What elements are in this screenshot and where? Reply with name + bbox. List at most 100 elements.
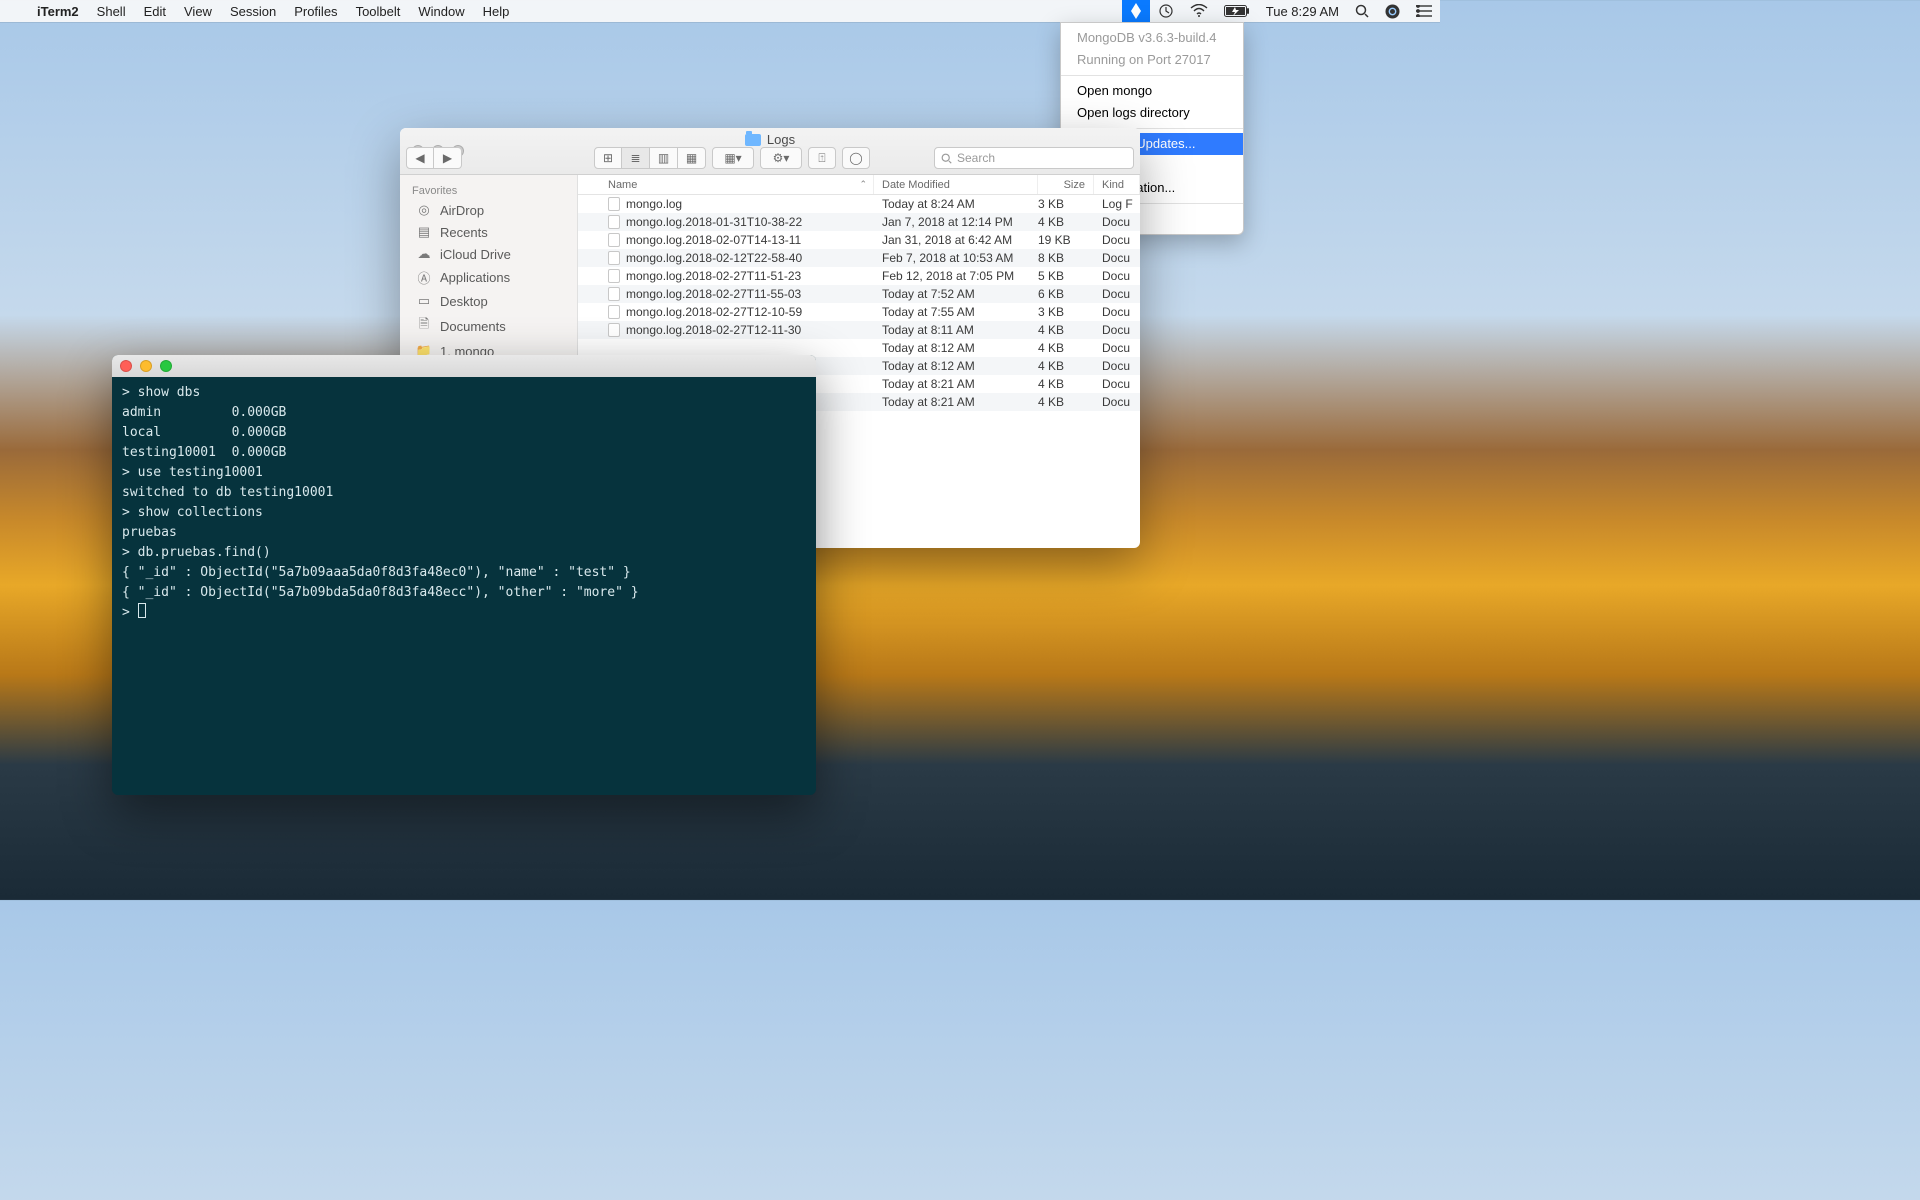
timemachine-icon[interactable] (1150, 0, 1182, 22)
siri-icon[interactable] (1377, 0, 1408, 22)
folder-icon (745, 134, 761, 146)
view-columns[interactable]: ▥ (650, 147, 678, 169)
view-mode: ⊞ ≣ ▥ ▦ (594, 147, 706, 169)
table-row[interactable]: mongo.log.2018-01-31T10-38-22Jan 7, 2018… (578, 213, 1140, 231)
recents-icon: ▤ (416, 224, 432, 240)
menu-open-mongo[interactable]: Open mongo (1061, 80, 1243, 102)
file-kind: Docu (1094, 377, 1140, 391)
menubar-item-shell[interactable]: Shell (88, 4, 135, 19)
col-size[interactable]: Size (1038, 175, 1094, 194)
airdrop-icon: ◎ (416, 202, 432, 218)
forward-button[interactable]: ▶ (434, 147, 462, 169)
document-icon (608, 233, 620, 247)
table-row[interactable]: mongo.log.2018-02-27T12-10-59Today at 7:… (578, 303, 1140, 321)
menubar-item-toolbelt[interactable]: Toolbelt (347, 4, 410, 19)
menubar-clock[interactable]: Tue 8:29 AM (1258, 0, 1347, 22)
file-date: Today at 8:24 AM (874, 197, 1038, 211)
file-date: Today at 8:12 AM (874, 341, 1038, 355)
table-row[interactable]: mongo.log.2018-02-12T22-58-40Feb 7, 2018… (578, 249, 1140, 267)
window-title-text: Logs (767, 132, 795, 147)
menubar-item-edit[interactable]: Edit (135, 4, 175, 19)
file-size: 4 KB (1038, 215, 1094, 229)
arrange-button[interactable]: ▦▾ (712, 147, 754, 169)
file-date: Today at 8:12 AM (874, 359, 1038, 373)
table-row[interactable]: mongo.log.2018-02-27T11-51-23Feb 12, 201… (578, 267, 1140, 285)
menubar-app[interactable]: iTerm2 (28, 4, 88, 19)
sidebar-item-icloud-drive[interactable]: ☁iCloud Drive (400, 243, 577, 265)
file-size: 4 KB (1038, 359, 1094, 373)
file-size: 4 KB (1038, 323, 1094, 337)
terminal-titlebar[interactable] (112, 355, 816, 377)
col-kind[interactable]: Kind (1094, 175, 1140, 194)
file-date: Feb 7, 2018 at 10:53 AM (874, 251, 1038, 265)
sidebar-item-documents[interactable]: 🗎 Documents (400, 312, 577, 340)
menubar-item-view[interactable]: View (175, 4, 221, 19)
cloud-icon: ☁ (416, 246, 432, 262)
action-button[interactable]: ⚙▾ (760, 147, 802, 169)
menubar-item-window[interactable]: Window (409, 4, 473, 19)
document-icon (608, 251, 620, 265)
search-placeholder: Search (957, 151, 995, 165)
menubar-item-help[interactable]: Help (474, 4, 519, 19)
sidebar-item-recents[interactable]: ▤Recents (400, 221, 577, 243)
traffic-lights[interactable] (112, 360, 180, 372)
mongodb-menubar-icon[interactable] (1122, 0, 1150, 22)
notification-center-icon[interactable] (1408, 0, 1440, 22)
column-headers[interactable]: Name⌃ Date Modified Size Kind (578, 175, 1140, 195)
file-kind: Docu (1094, 269, 1140, 283)
file-name: mongo.log.2018-02-07T14-13-11 (626, 233, 801, 247)
close-icon[interactable] (120, 360, 132, 372)
menubar-item-profiles[interactable]: Profiles (285, 4, 346, 19)
document-icon (608, 305, 620, 319)
table-row[interactable]: mongo.log.2018-02-07T14-13-11 Jan 31, 201… (578, 231, 1140, 249)
sidebar-item-label: Documents (440, 319, 506, 334)
file-kind: Docu (1094, 305, 1140, 319)
tags-button[interactable]: ◯ (842, 147, 870, 169)
file-size: 19 KB (1038, 233, 1094, 247)
finder-titlebar[interactable]: Logs ◀ ▶ ⊞ ≣ ▥ ▦ ▦▾ ⚙▾ ⍐ ◯ Search (400, 128, 1140, 175)
menu-open-logs[interactable]: Open logs directory (1061, 102, 1243, 124)
view-icons[interactable]: ⊞ (594, 147, 622, 169)
search-input[interactable]: Search (934, 147, 1134, 169)
document-icon (608, 269, 620, 283)
file-size: 4 KB (1038, 377, 1094, 391)
file-size: 6 KB (1038, 287, 1094, 301)
file-kind: Docu (1094, 341, 1140, 355)
battery-icon[interactable] (1216, 0, 1258, 22)
table-row[interactable]: mongo.logToday at 8:24 AM3 KBLog F (578, 195, 1140, 213)
file-date: Today at 8:11 AM (874, 323, 1038, 337)
nav-buttons: ◀ ▶ (406, 147, 462, 169)
menubar: iTerm2 ShellEditViewSessionProfilesToolb… (0, 0, 1440, 22)
docs-icon: 🗎 (416, 315, 432, 337)
file-date: Today at 7:52 AM (874, 287, 1038, 301)
file-name: mongo.log.2018-01-31T10-38-22 (626, 215, 802, 229)
file-name: mongo.log.2018-02-27T11-55-03 (626, 287, 801, 301)
file-kind: Docu (1094, 287, 1140, 301)
menubar-item-session[interactable]: Session (221, 4, 285, 19)
terminal-content[interactable]: > show dbs admin 0.000GB local 0.000GB t… (112, 377, 816, 629)
table-row[interactable]: mongo.log.2018-02-27T12-11-30Today at 8:… (578, 321, 1140, 339)
col-name[interactable]: Name⌃ (578, 175, 874, 194)
zoom-icon[interactable] (160, 360, 172, 372)
sidebar-item-airdrop[interactable]: ◎AirDrop (400, 199, 577, 221)
share-button[interactable]: ⍐ (808, 147, 836, 169)
file-kind: Docu (1094, 323, 1140, 337)
file-size: 3 KB (1038, 197, 1094, 211)
desktop-icon: ▭ (416, 293, 432, 309)
dropdown-header: MongoDB v3.6.3-build.4 (1061, 27, 1243, 49)
table-row[interactable]: mongo.log.2018-02-27T11-55-03 Today at 7:… (578, 285, 1140, 303)
sidebar-item-label: Desktop (440, 294, 488, 309)
spotlight-icon[interactable] (1347, 0, 1377, 22)
view-gallery[interactable]: ▦ (678, 147, 706, 169)
file-date: Jan 31, 2018 at 6:42 AM (874, 233, 1038, 247)
back-button[interactable]: ◀ (406, 147, 434, 169)
sidebar-item-applications[interactable]: ⒶApplications (400, 265, 577, 290)
col-date[interactable]: Date Modified (874, 175, 1038, 194)
file-date: Today at 7:55 AM (874, 305, 1038, 319)
view-list[interactable]: ≣ (622, 147, 650, 169)
minimize-icon[interactable] (140, 360, 152, 372)
apps-icon: Ⓐ (416, 268, 432, 287)
sidebar-item-desktop[interactable]: ▭ Desktop (400, 290, 577, 312)
file-date: Today at 8:21 AM (874, 395, 1038, 409)
wifi-icon[interactable] (1182, 0, 1216, 22)
